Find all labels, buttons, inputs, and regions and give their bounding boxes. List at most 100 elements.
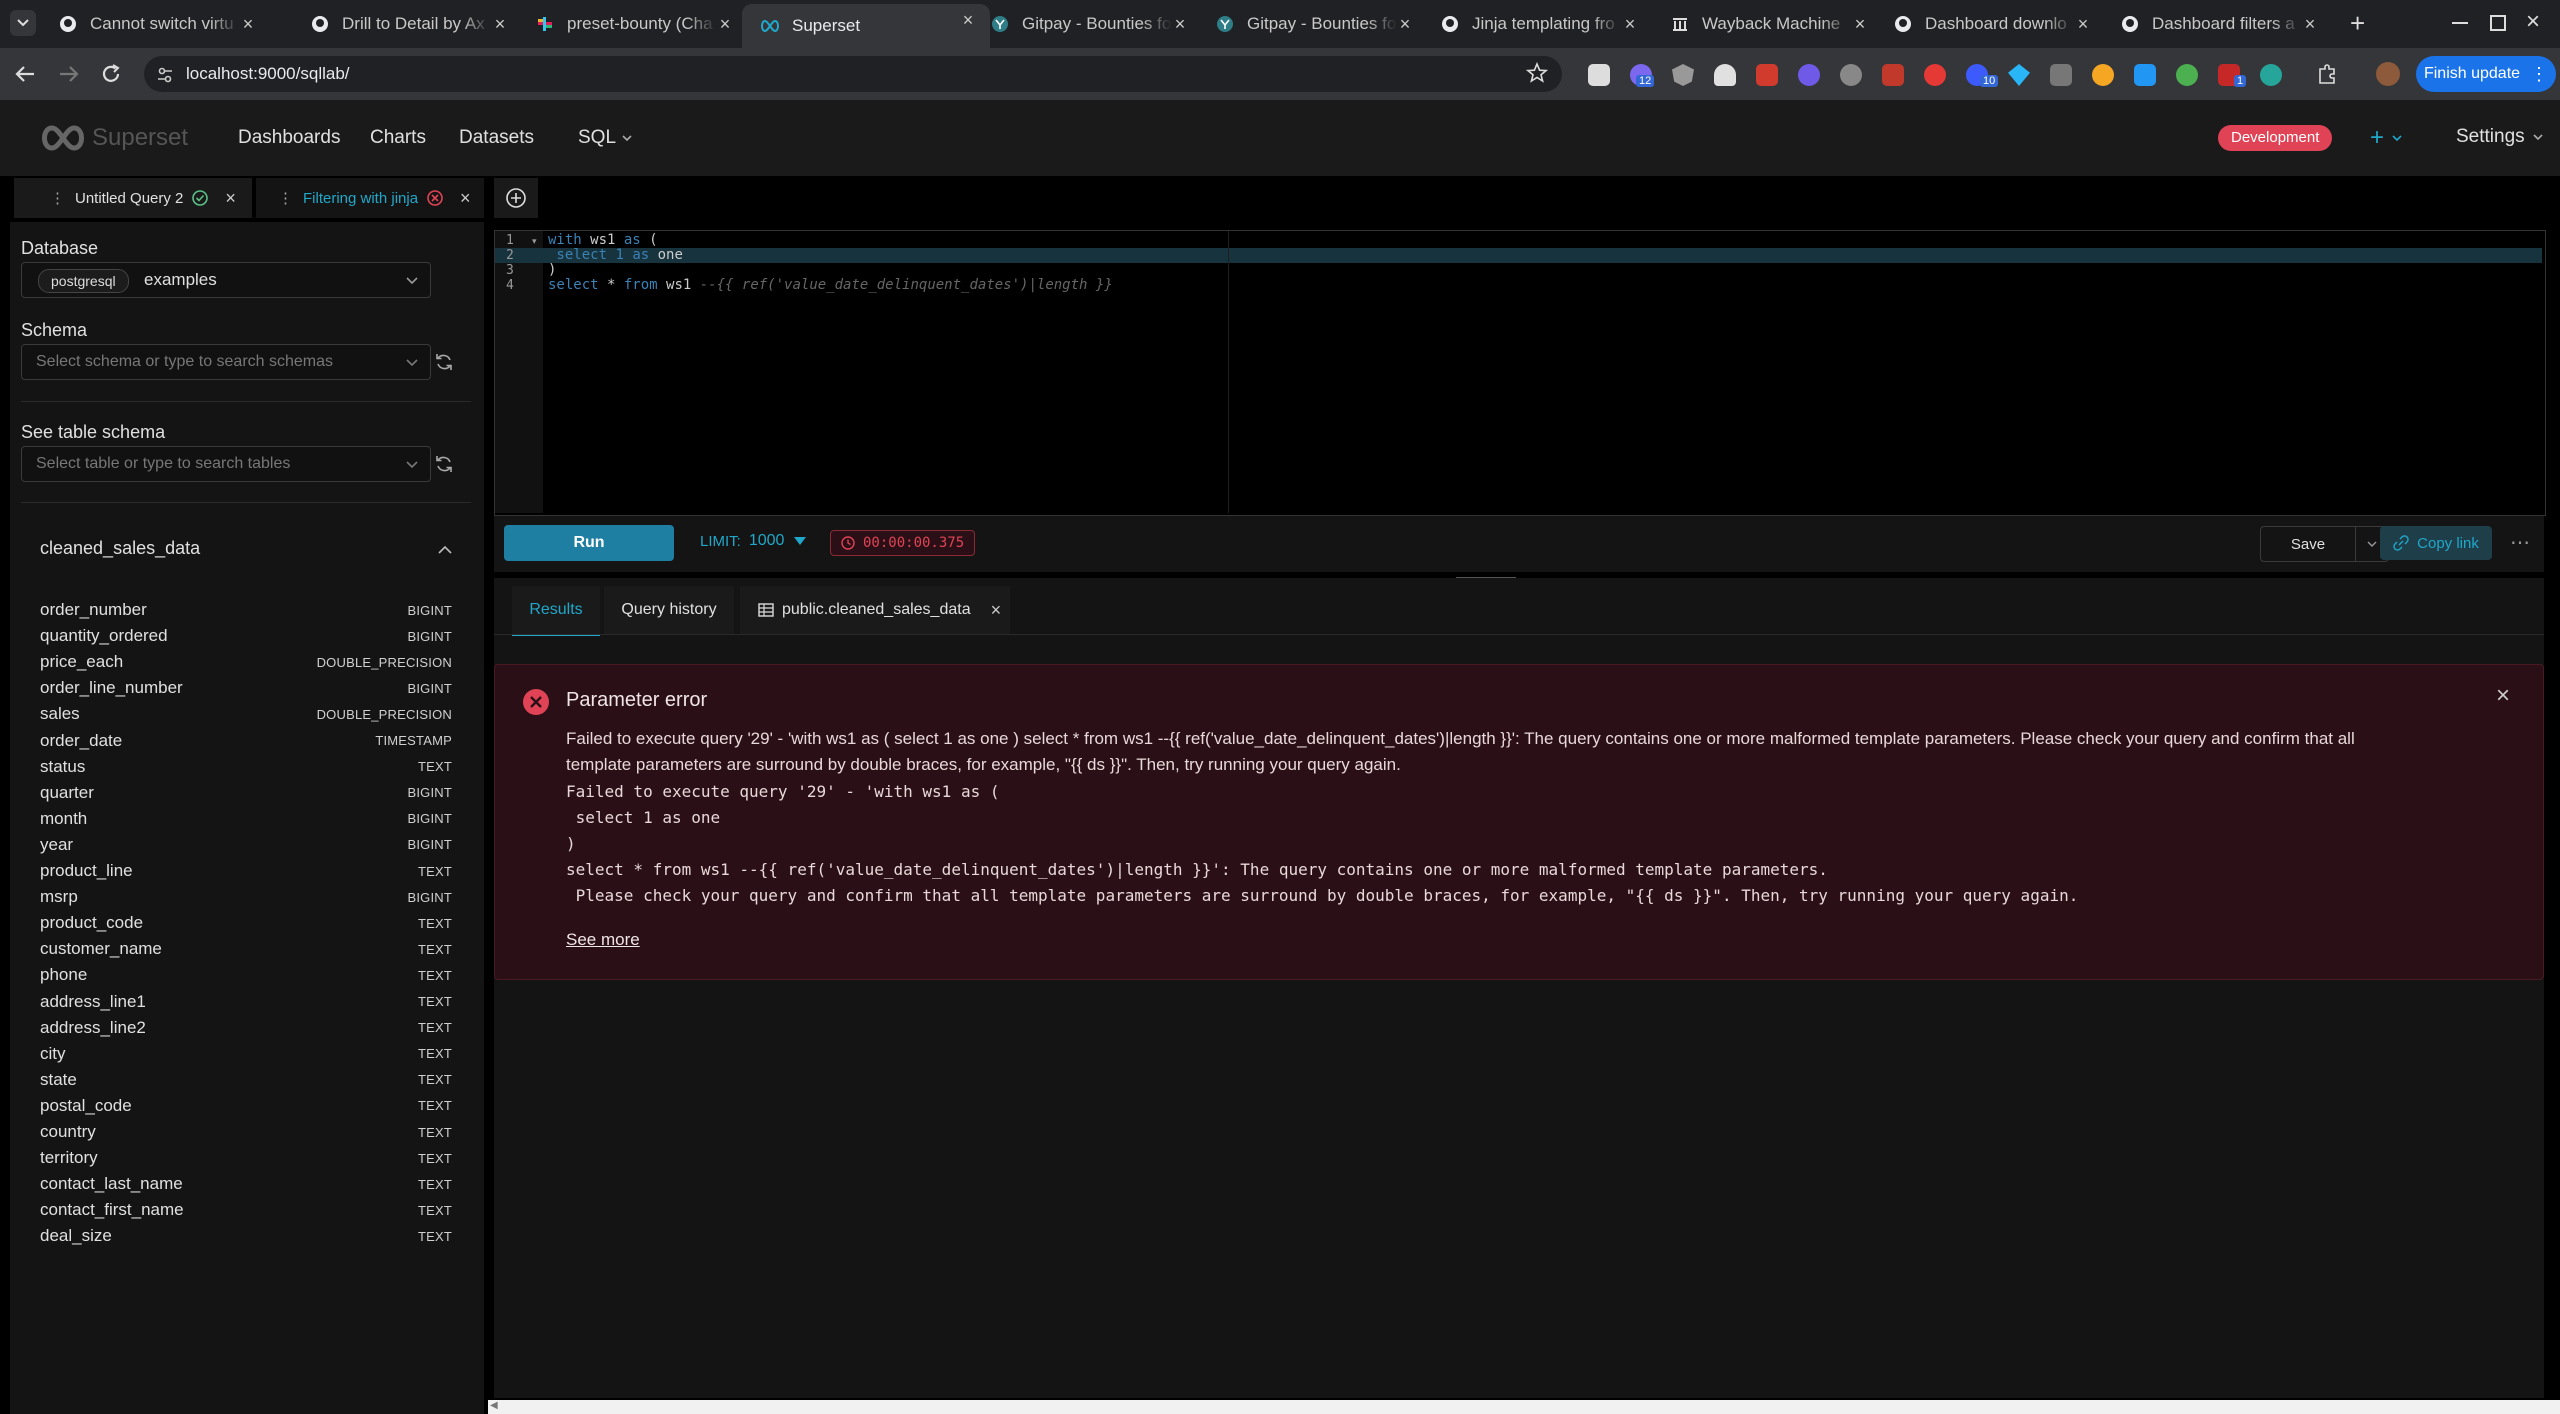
gitpay-icon <box>990 14 1010 34</box>
browser-tab[interactable]: Dashboard filters a × <box>2120 8 2320 40</box>
column-row: order_line_number BIGINT <box>40 675 452 701</box>
refresh-schemas-icon[interactable] <box>434 352 454 372</box>
close-tab-icon[interactable]: × <box>1620 14 1640 34</box>
close-tab-icon[interactable]: × <box>1850 14 1870 34</box>
query-tab-untitled[interactable]: ⋮ Untitled Query 2 × <box>14 178 252 218</box>
back-icon[interactable] <box>14 64 36 84</box>
column-name: contact_last_name <box>40 1174 183 1194</box>
close-tab-icon[interactable]: × <box>991 600 1002 621</box>
query-tab-jinja[interactable]: ⋮ Filtering with jinja × <box>256 178 484 218</box>
extension-icon[interactable] <box>1882 64 1904 86</box>
tab-table-preview[interactable]: public.cleaned_sales_data × <box>740 586 1010 634</box>
database-label: Database <box>21 238 99 258</box>
extension-icon[interactable] <box>1588 64 1610 86</box>
extension-icon[interactable] <box>1756 64 1778 86</box>
new-tab-button[interactable]: + <box>2350 10 2365 36</box>
close-tab-icon[interactable]: × <box>715 14 735 34</box>
refresh-tables-icon[interactable] <box>434 454 454 474</box>
browser-tab[interactable]: Gitpay - Bounties fo × <box>1215 8 1415 40</box>
superset-logo[interactable]: Superset <box>38 124 188 152</box>
settings-menu[interactable]: Settings <box>2456 126 2543 148</box>
tab-search-button[interactable] <box>10 10 36 36</box>
browser-tab[interactable]: Gitpay - Bounties fo × <box>990 8 1190 40</box>
close-tab-icon[interactable]: × <box>238 14 258 34</box>
close-window-button[interactable]: × <box>2526 8 2540 36</box>
column-name: contact_first_name <box>40 1200 184 1220</box>
column-type: BIGINT <box>407 628 452 644</box>
close-tab-icon[interactable]: × <box>460 188 471 209</box>
column-type: TEXT <box>417 1150 452 1166</box>
fold-icon[interactable]: ▾ <box>532 236 537 247</box>
nav-dashboards[interactable]: Dashboards <box>238 127 340 149</box>
new-menu-button[interactable]: + <box>2370 124 2402 152</box>
chevron-up-icon[interactable] <box>438 546 452 554</box>
schema-placeholder: Select schema or type to search schemas <box>36 353 334 370</box>
schema-select[interactable]: Select schema or type to search schemas <box>21 344 431 380</box>
extension-icon[interactable] <box>2176 64 2198 86</box>
close-tab-icon[interactable]: × <box>225 188 236 209</box>
extension-icon[interactable] <box>1798 64 1820 86</box>
wayback-icon <box>1670 14 1690 34</box>
horizontal-scrollbar[interactable]: ◀ <box>488 1400 2560 1414</box>
column-row: year BIGINT <box>40 832 452 858</box>
close-tab-icon[interactable]: × <box>1170 14 1190 34</box>
nav-datasets[interactable]: Datasets <box>459 127 534 149</box>
column-type: DOUBLE_PRECISION <box>316 654 452 670</box>
browser-tab[interactable]: Wayback Machine × <box>1670 8 1870 40</box>
see-more-link[interactable]: See more <box>566 930 640 950</box>
run-button[interactable]: Run <box>504 525 674 561</box>
column-row: phone TEXT <box>40 962 452 988</box>
profile-avatar[interactable] <box>2376 62 2400 86</box>
column-type: DOUBLE_PRECISION <box>316 706 452 722</box>
close-tab-icon[interactable]: × <box>2300 14 2320 34</box>
tab-results[interactable]: Results <box>512 586 600 636</box>
browser-tab[interactable]: preset-bounty (Cha × <box>535 8 735 40</box>
forward-icon[interactable] <box>58 64 80 84</box>
line-number: 3 <box>506 263 514 278</box>
extension-icon[interactable] <box>1924 64 1946 86</box>
site-info-icon[interactable] <box>156 66 174 84</box>
browser-tab-title: Dashboard downlo <box>1925 14 2067 33</box>
extension-icon[interactable] <box>2050 64 2072 86</box>
extension-icon[interactable] <box>1714 64 1736 86</box>
browser-tab[interactable]: Superset × <box>742 4 990 48</box>
extension-icon[interactable] <box>2260 64 2282 86</box>
reload-icon[interactable] <box>100 63 122 85</box>
save-button[interactable]: Save <box>2260 526 2356 562</box>
superset-icon <box>760 16 780 36</box>
browser-tab[interactable]: Cannot switch virtu × <box>58 8 258 40</box>
close-tab-icon[interactable]: × <box>490 14 510 34</box>
minimize-button[interactable] <box>2452 22 2468 24</box>
close-tab-icon[interactable]: × <box>2073 14 2093 34</box>
database-select[interactable]: postgresql examples <box>21 262 431 298</box>
add-query-tab-button[interactable] <box>494 178 538 218</box>
extension-badge: 10 <box>1980 75 1999 87</box>
browser-tab[interactable]: Drill to Detail by Ax × <box>310 8 510 40</box>
nav-charts[interactable]: Charts <box>370 127 426 149</box>
finish-update-button[interactable]: Finish update ⋮ <box>2416 56 2556 92</box>
column-type: BIGINT <box>407 889 452 905</box>
scroll-left-icon[interactable]: ◀ <box>490 1400 498 1411</box>
more-actions-icon[interactable]: ⋯ <box>2510 530 2530 555</box>
nav-sql[interactable]: SQL <box>578 127 632 149</box>
close-tab-icon[interactable]: × <box>958 10 978 30</box>
restore-button[interactable] <box>2490 15 2506 31</box>
chevron-down-icon <box>17 19 29 27</box>
extension-icon[interactable] <box>2134 64 2156 86</box>
extension-icon[interactable] <box>1840 64 1862 86</box>
limit-dropdown[interactable]: LIMIT: 1000 <box>700 532 807 550</box>
close-alert-icon[interactable]: × <box>2496 682 2510 710</box>
address-bar[interactable] <box>144 56 1562 92</box>
table-select[interactable]: Select table or type to search tables <box>21 446 431 482</box>
column-row: deal_size TEXT <box>40 1223 452 1249</box>
browser-tab[interactable]: Jinja templating fro × <box>1440 8 1640 40</box>
extensions-puzzle-icon[interactable] <box>2316 63 2338 85</box>
extension-icon[interactable] <box>2092 64 2114 86</box>
sql-editor[interactable] <box>494 230 2546 516</box>
close-tab-icon[interactable]: × <box>1395 14 1415 34</box>
tab-query-history[interactable]: Query history <box>604 586 734 634</box>
browser-tab[interactable]: Dashboard downlo × <box>1893 8 2093 40</box>
table-header[interactable]: cleaned_sales_data <box>40 538 452 564</box>
bookmark-star-icon[interactable] <box>1526 62 1548 84</box>
copy-link-button[interactable]: Copy link <box>2380 526 2492 560</box>
